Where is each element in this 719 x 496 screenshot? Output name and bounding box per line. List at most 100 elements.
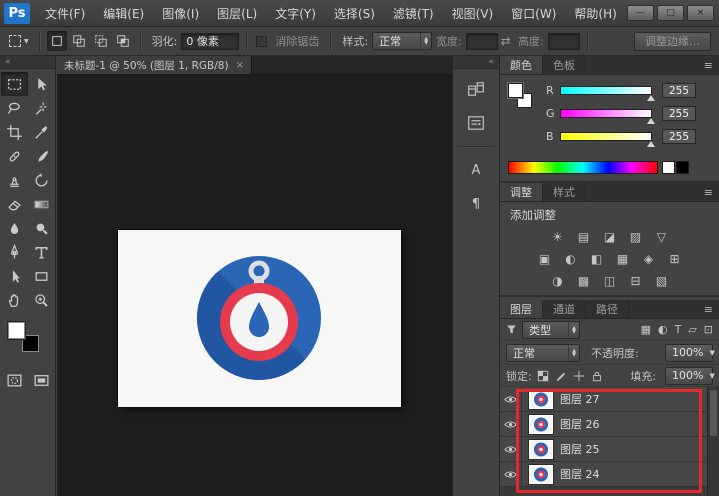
fill-dropdown[interactable]: 100% ▼ — [665, 367, 713, 385]
layer-row-24[interactable]: 图层 24 — [500, 462, 707, 487]
menu-layer[interactable]: 图层(L) — [208, 0, 266, 26]
document-tab[interactable]: 未标题-1 @ 50% (图层 1, RGB/8) × — [57, 56, 252, 74]
layer-row-26[interactable]: 图层 26 — [500, 412, 707, 437]
slider-thumb[interactable] — [647, 95, 655, 101]
black-white-icon[interactable]: ◧ — [589, 252, 604, 266]
foreground-swatch[interactable] — [508, 83, 523, 98]
selective-color-icon[interactable]: ▧ — [654, 274, 669, 288]
feather-input[interactable]: 0 像素 — [181, 33, 239, 50]
visibility-toggle[interactable] — [500, 462, 522, 486]
lasso-tool[interactable] — [1, 96, 28, 120]
refine-edge-button[interactable]: 调整边缘… — [634, 32, 711, 51]
scrollbar-thumb[interactable] — [710, 390, 717, 436]
path-selection-tool[interactable] — [1, 264, 28, 288]
panel-menu-icon[interactable]: ≡ — [698, 183, 719, 201]
filter-smart-objects-icon[interactable]: ⊡ — [704, 323, 713, 336]
filter-pixel-layers-icon[interactable]: ▦ — [641, 323, 651, 336]
minimize-button[interactable]: — — [627, 5, 654, 21]
color-lookup-icon[interactable]: ⊞ — [667, 252, 682, 266]
menu-file[interactable]: 文件(F) — [36, 0, 94, 26]
exposure-icon[interactable]: ▨ — [628, 230, 643, 244]
history-brush-tool[interactable] — [28, 168, 55, 192]
foreground-color-swatch[interactable] — [8, 322, 25, 339]
layers-scrollbar[interactable] — [707, 387, 719, 496]
tab-styles[interactable]: 样式 — [543, 183, 586, 201]
menu-edit[interactable]: 编辑(E) — [94, 0, 153, 26]
layer-name[interactable]: 图层 24 — [560, 466, 600, 482]
color-spectrum-ramp[interactable] — [508, 161, 658, 174]
menu-type[interactable]: 文字(Y) — [266, 0, 325, 26]
spot-healing-brush-tool[interactable] — [1, 144, 28, 168]
antialias-checkbox[interactable] — [256, 36, 267, 47]
add-to-selection-button[interactable] — [69, 31, 89, 51]
lock-all-icon[interactable] — [591, 370, 603, 382]
collapsed-panel-properties[interactable] — [458, 109, 494, 137]
screen-mode-button[interactable] — [28, 368, 55, 392]
intersect-selection-button[interactable] — [113, 31, 133, 51]
layer-name[interactable]: 图层 26 — [560, 416, 600, 432]
collapsed-panel-character[interactable]: A — [458, 156, 494, 184]
type-tool[interactable] — [28, 240, 55, 264]
strip-collapse-header[interactable]: « — [453, 56, 499, 69]
opacity-dropdown[interactable]: 100% ▼ — [665, 344, 713, 362]
menu-help[interactable]: 帮助(H) — [565, 0, 625, 26]
blue-slider-track[interactable] — [560, 132, 652, 141]
tab-paths[interactable]: 路径 — [586, 300, 629, 318]
red-slider-track[interactable] — [560, 86, 652, 95]
panel-menu-icon[interactable]: ≡ — [698, 56, 719, 74]
canvas[interactable] — [118, 230, 401, 407]
layer-name[interactable]: 图层 25 — [560, 441, 600, 457]
tab-color[interactable]: 颜色 — [500, 56, 543, 74]
lock-pixels-icon[interactable] — [555, 370, 567, 382]
close-button[interactable]: × — [687, 5, 714, 21]
blend-mode-dropdown[interactable]: 正常 ▲▼ — [506, 344, 580, 362]
gradient-map-icon[interactable]: ⊟ — [628, 274, 643, 288]
filter-type-layers-icon[interactable]: T — [675, 323, 682, 336]
blur-tool[interactable] — [1, 216, 28, 240]
channel-mixer-icon[interactable]: ◈ — [641, 252, 656, 266]
green-value-field[interactable]: 255 — [662, 106, 696, 121]
collapsed-panel-paragraph[interactable]: ¶ — [458, 190, 494, 218]
crop-tool[interactable] — [1, 120, 28, 144]
curves-icon[interactable]: ◪ — [602, 230, 617, 244]
tab-adjustments[interactable]: 调整 — [500, 183, 543, 201]
tab-close-icon[interactable]: × — [236, 60, 244, 71]
filter-shape-layers-icon[interactable]: ▱ — [688, 323, 696, 336]
rectangle-tool[interactable] — [28, 264, 55, 288]
threshold-icon[interactable]: ◫ — [602, 274, 617, 288]
quick-selection-tool[interactable] — [28, 96, 55, 120]
height-input[interactable] — [548, 33, 580, 50]
photo-filter-icon[interactable]: ▦ — [615, 252, 630, 266]
visibility-toggle[interactable] — [500, 412, 522, 436]
tab-swatches[interactable]: 色板 — [543, 56, 586, 74]
width-input[interactable] — [466, 33, 498, 50]
menu-image[interactable]: 图像(I) — [153, 0, 208, 26]
levels-icon[interactable]: ▤ — [576, 230, 591, 244]
visibility-toggle[interactable] — [500, 437, 522, 461]
color-balance-icon[interactable]: ◐ — [563, 252, 578, 266]
layer-thumbnail[interactable] — [529, 465, 553, 484]
menu-select[interactable]: 选择(S) — [325, 0, 384, 26]
white-ramp-swatch[interactable] — [662, 161, 675, 174]
clone-stamp-tool[interactable] — [1, 168, 28, 192]
slider-thumb[interactable] — [647, 118, 655, 124]
lock-transparency-icon[interactable] — [537, 370, 549, 382]
collapsed-panel-history[interactable] — [458, 75, 494, 103]
dodge-tool[interactable] — [28, 216, 55, 240]
style-dropdown[interactable]: 正常 ▲▼ — [372, 32, 432, 50]
visibility-toggle[interactable] — [500, 387, 522, 411]
layer-thumbnail[interactable] — [529, 390, 553, 409]
menu-view[interactable]: 视图(V) — [443, 0, 503, 26]
hand-tool[interactable] — [1, 288, 28, 312]
vibrance-icon[interactable]: ▽ — [654, 230, 669, 244]
green-slider-track[interactable] — [560, 109, 652, 118]
blue-value-field[interactable]: 255 — [662, 129, 696, 144]
filter-adjustment-layers-icon[interactable]: ◐ — [658, 323, 668, 336]
hue-saturation-icon[interactable]: ▣ — [537, 252, 552, 266]
gradient-tool[interactable] — [28, 192, 55, 216]
layer-row-25[interactable]: 图层 25 — [500, 437, 707, 462]
panel-menu-icon[interactable]: ≡ — [698, 300, 719, 318]
tab-channels[interactable]: 通道 — [543, 300, 586, 318]
menu-filter[interactable]: 滤镜(T) — [384, 0, 443, 26]
swap-dimensions-icon[interactable]: ⇄ — [501, 34, 511, 48]
